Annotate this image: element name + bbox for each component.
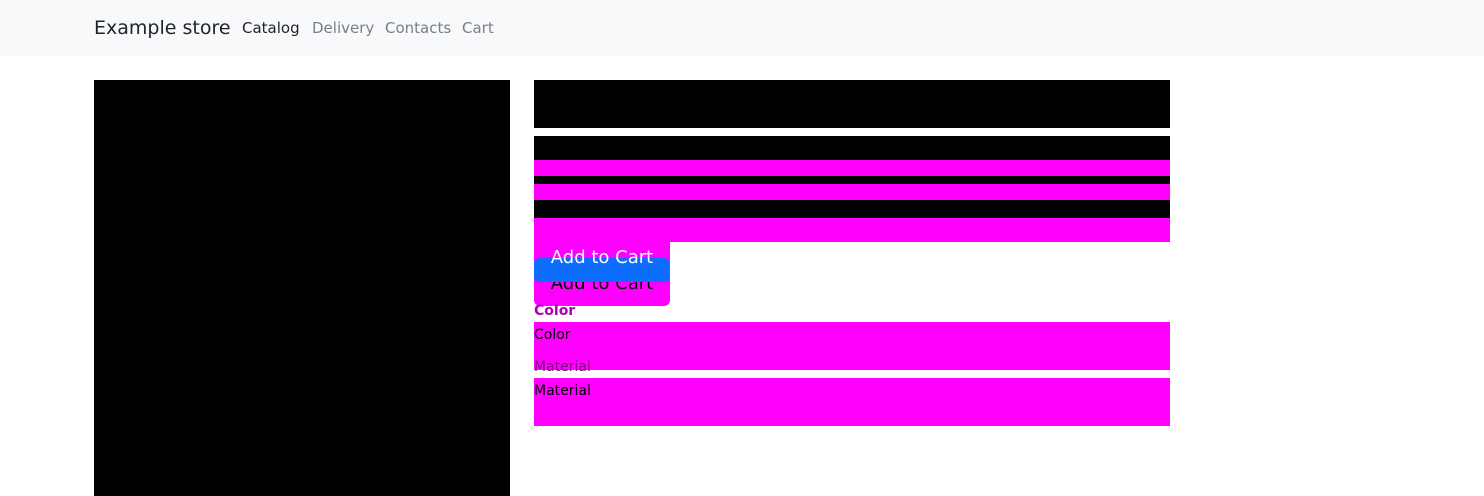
color-select-label: Color xyxy=(534,327,571,343)
nav-link-cart[interactable]: Cart xyxy=(462,18,494,38)
nav-link-delivery[interactable]: Delivery xyxy=(312,18,374,38)
color-select[interactable] xyxy=(534,322,1170,370)
add-to-cart-button-overlay[interactable]: Add to Cart xyxy=(534,249,670,282)
material-select[interactable] xyxy=(534,378,1170,426)
top-navbar: Example store Catalog Delivery Contacts … xyxy=(0,0,1484,56)
add-to-cart-overlay-label: Add to Cart xyxy=(550,247,654,268)
product-title-block xyxy=(534,80,1170,128)
product-description-bar xyxy=(534,160,1170,176)
product-image xyxy=(94,80,510,496)
material-select-label: Material xyxy=(534,383,591,399)
product-price-bar xyxy=(534,184,1170,200)
product-description-bar xyxy=(534,136,1170,160)
material-heading: Material xyxy=(534,359,591,375)
product-description-bar xyxy=(534,176,1170,184)
nav-link-catalog[interactable]: Catalog xyxy=(242,18,300,38)
brand-logo-link[interactable]: Example store xyxy=(94,16,231,40)
product-price-bar xyxy=(534,200,1170,218)
nav-link-contacts[interactable]: Contacts xyxy=(385,18,451,38)
color-heading: Color xyxy=(534,303,576,319)
